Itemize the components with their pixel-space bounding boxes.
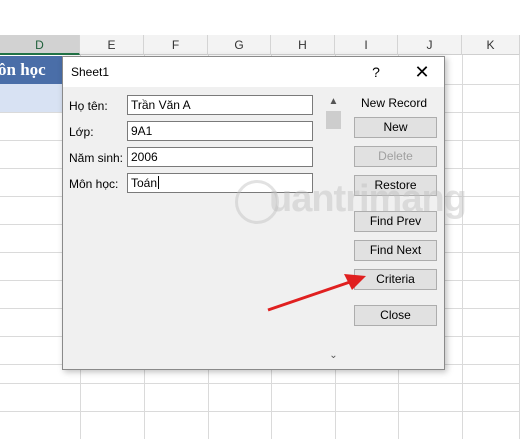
field-label-subject: Môn học:	[69, 177, 119, 191]
find-prev-button[interactable]: Find Prev	[354, 211, 437, 232]
help-button[interactable]: ?	[366, 61, 386, 83]
column-header-i[interactable]: I	[335, 35, 398, 55]
birth-year-value: 2006	[131, 150, 158, 164]
dialog-title: Sheet1	[71, 65, 110, 79]
close-button[interactable]: Close	[354, 305, 437, 326]
column-header-d[interactable]: D	[0, 35, 80, 55]
criteria-button[interactable]: Criteria	[354, 269, 437, 290]
column-header-g[interactable]: G	[208, 35, 271, 55]
text-caret	[158, 176, 160, 189]
grid-line	[0, 411, 520, 412]
column-header-e[interactable]: E	[80, 35, 144, 55]
name-field[interactable]: Trần Văn A	[127, 95, 313, 115]
class-value: 9A1	[131, 124, 153, 138]
column-header-row: D E F G H I J K	[0, 35, 520, 55]
column-header-h[interactable]: H	[271, 35, 335, 55]
name-value: Trần Văn A	[131, 98, 191, 112]
restore-button[interactable]: Restore	[354, 175, 437, 196]
subject-value: Toán	[131, 176, 158, 190]
field-label-birth-year: Năm sinh:	[69, 151, 124, 165]
close-icon[interactable]: ✕	[409, 60, 435, 84]
grid-line	[0, 383, 520, 384]
subject-field[interactable]: Toán	[127, 173, 313, 193]
new-button[interactable]: New	[354, 117, 437, 138]
column-header-j[interactable]: J	[398, 35, 462, 55]
column-header-f[interactable]: F	[144, 35, 208, 55]
data-form-dialog: Sheet1 ? ✕ Họ tên: Trần Văn A Lớp: 9A1 N…	[62, 56, 445, 370]
scrollbar-thumb[interactable]	[326, 111, 341, 129]
birth-year-field[interactable]: 2006	[127, 147, 313, 167]
delete-button[interactable]: Delete	[354, 146, 437, 167]
field-label-class: Lớp:	[69, 125, 94, 139]
find-next-button[interactable]: Find Next	[354, 240, 437, 261]
dialog-titlebar[interactable]: Sheet1 ? ✕	[63, 57, 444, 87]
column-header-k[interactable]: K	[462, 35, 520, 55]
scroll-down-icon[interactable]: ⌄	[325, 349, 342, 363]
scroll-up-icon[interactable]: ▲	[325, 95, 342, 109]
field-label-name: Họ tên:	[69, 99, 108, 113]
class-field[interactable]: 9A1	[127, 121, 313, 141]
record-status: New Record	[360, 96, 428, 110]
record-scrollbar[interactable]: ▲ ⌄	[325, 95, 342, 365]
